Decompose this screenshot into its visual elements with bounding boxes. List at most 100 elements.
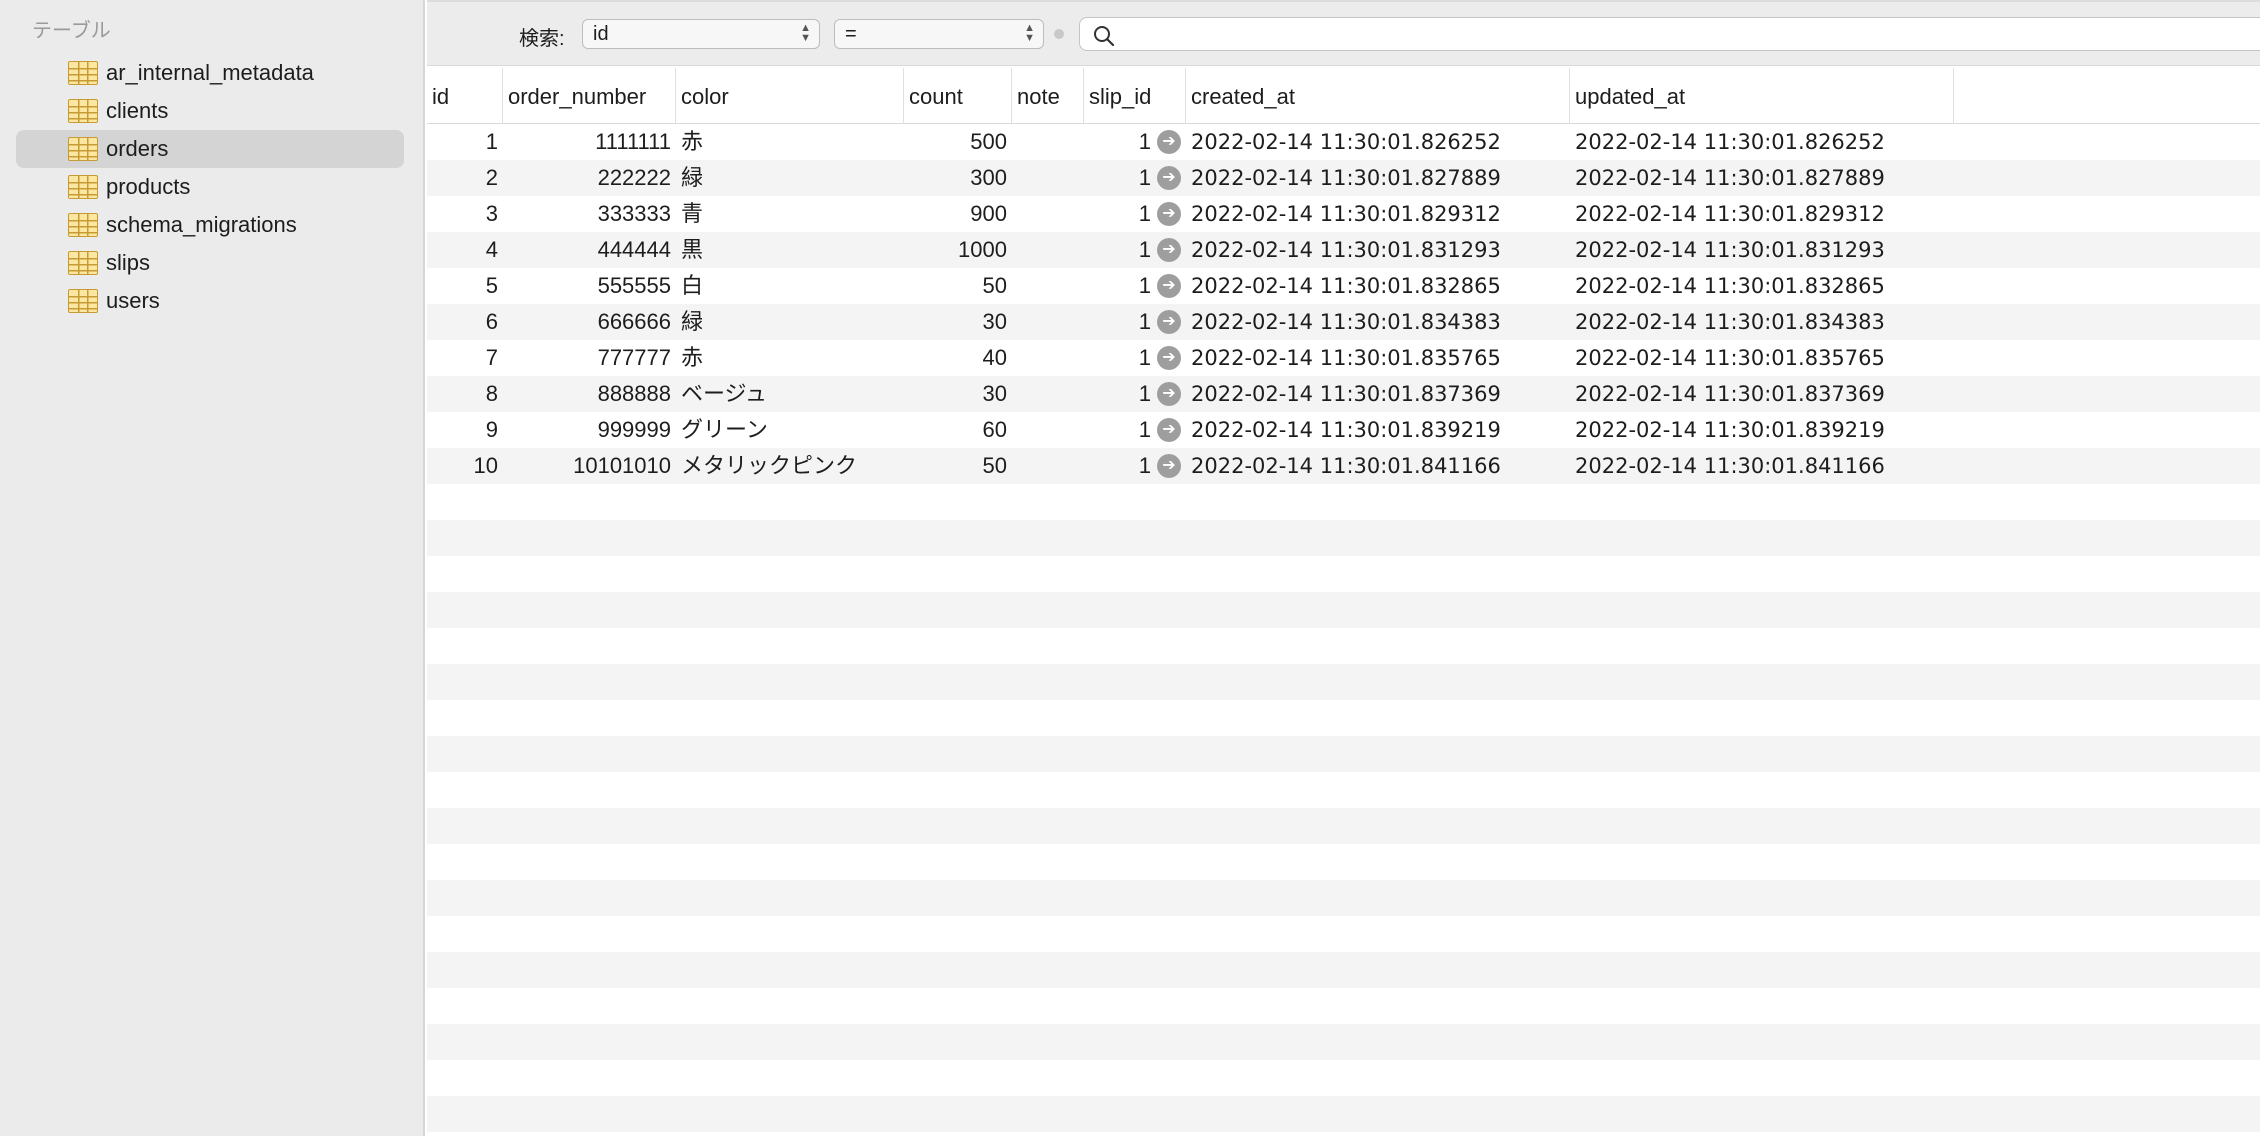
cell-count[interactable]: 30 — [904, 304, 1012, 340]
cell-count[interactable]: 50 — [904, 268, 1012, 304]
arrow-right-circle-icon[interactable]: ➔ — [1157, 382, 1181, 406]
table-row[interactable]: 9 999999 グリーン 60 1 ➔ 2022-02-14 11:30:01.83921… — [427, 412, 2260, 448]
cell-color[interactable]: 黒 — [676, 232, 904, 268]
cell-updated-at[interactable]: 2022-02-14 11:30:01.827889 — [1570, 160, 1954, 196]
cell-color[interactable]: 赤 — [676, 340, 904, 376]
cell-updated-at[interactable]: 2022-02-14 11:30:01.832865 — [1570, 268, 1954, 304]
cell-order-number[interactable]: 1111111 — [503, 124, 676, 160]
cell-updated-at[interactable]: 2022-02-14 11:30:01.835765 — [1570, 340, 1954, 376]
cell-count[interactable]: 1000 — [904, 232, 1012, 268]
cell-slip-id[interactable]: 1 ➔ — [1084, 124, 1186, 160]
cell-updated-at[interactable]: 2022-02-14 11:30:01.831293 — [1570, 232, 1954, 268]
cell-updated-at[interactable]: 2022-02-14 11:30:01.834383 — [1570, 304, 1954, 340]
arrow-right-circle-icon[interactable]: ➔ — [1157, 346, 1181, 370]
cell-id[interactable]: 2 — [427, 160, 503, 196]
cell-note[interactable] — [1012, 448, 1084, 484]
cell-color[interactable]: 緑 — [676, 304, 904, 340]
cell-note[interactable] — [1012, 304, 1084, 340]
cell-order-number[interactable]: 666666 — [503, 304, 676, 340]
cell-created-at[interactable]: 2022-02-14 11:30:01.831293 — [1186, 232, 1570, 268]
cell-created-at[interactable]: 2022-02-14 11:30:01.827889 — [1186, 160, 1570, 196]
search-field-select[interactable]: id ▲ ▼ — [582, 19, 820, 49]
cell-created-at[interactable]: 2022-02-14 11:30:01.832865 — [1186, 268, 1570, 304]
cell-note[interactable] — [1012, 268, 1084, 304]
cell-order-number[interactable]: 222222 — [503, 160, 676, 196]
cell-created-at[interactable]: 2022-02-14 11:30:01.841166 — [1186, 448, 1570, 484]
cell-order-number[interactable]: 333333 — [503, 196, 676, 232]
cell-note[interactable] — [1012, 412, 1084, 448]
cell-created-at[interactable]: 2022-02-14 11:30:01.829312 — [1186, 196, 1570, 232]
cell-count[interactable]: 40 — [904, 340, 1012, 376]
cell-count[interactable]: 500 — [904, 124, 1012, 160]
cell-id[interactable]: 1 — [427, 124, 503, 160]
sidebar-item-schema-migrations[interactable]: schema_migrations — [16, 206, 404, 244]
cell-updated-at[interactable]: 2022-02-14 11:30:01.839219 — [1570, 412, 1954, 448]
cell-color[interactable]: 緑 — [676, 160, 904, 196]
cell-note[interactable] — [1012, 160, 1084, 196]
cell-color[interactable]: 白 — [676, 268, 904, 304]
cell-id[interactable]: 9 — [427, 412, 503, 448]
cell-order-number[interactable]: 888888 — [503, 376, 676, 412]
cell-slip-id[interactable]: 1 ➔ — [1084, 412, 1186, 448]
table-row[interactable]: 7 777777 赤 40 1 ➔ 2022-02-14 11:30:01.835765 20… — [427, 340, 2260, 376]
cell-id[interactable]: 3 — [427, 196, 503, 232]
cell-order-number[interactable]: 777777 — [503, 340, 676, 376]
cell-created-at[interactable]: 2022-02-14 11:30:01.834383 — [1186, 304, 1570, 340]
cell-created-at[interactable]: 2022-02-14 11:30:01.826252 — [1186, 124, 1570, 160]
cell-slip-id[interactable]: 1 ➔ — [1084, 268, 1186, 304]
cell-updated-at[interactable]: 2022-02-14 11:30:01.829312 — [1570, 196, 1954, 232]
table-row[interactable]: 3 333333 青 900 1 ➔ 2022-02-14 11:30:01.829312… — [427, 196, 2260, 232]
cell-id[interactable]: 4 — [427, 232, 503, 268]
cell-count[interactable]: 900 — [904, 196, 1012, 232]
cell-note[interactable] — [1012, 376, 1084, 412]
cell-slip-id[interactable]: 1 ➔ — [1084, 376, 1186, 412]
sidebar-item-clients[interactable]: clients — [16, 92, 404, 130]
arrow-right-circle-icon[interactable]: ➔ — [1157, 454, 1181, 478]
cell-created-at[interactable]: 2022-02-14 11:30:01.835765 — [1186, 340, 1570, 376]
column-header-order-number[interactable]: order_number — [503, 68, 676, 124]
cell-created-at[interactable]: 2022-02-14 11:30:01.837369 — [1186, 376, 1570, 412]
table-row[interactable]: 2 222222 緑 300 1 ➔ 2022-02-14 11:30:01.827889 2… — [427, 160, 2260, 196]
table-row[interactable]: 5 555555 白 50 1 ➔ 2022-02-14 11:30:01.832865 20… — [427, 268, 2260, 304]
cell-count[interactable]: 60 — [904, 412, 1012, 448]
cell-id[interactable]: 5 — [427, 268, 503, 304]
cell-count[interactable]: 50 — [904, 448, 1012, 484]
table-row[interactable]: 1 1111111 赤 500 1 ➔ 2022-02-14 11:30:01.826252… — [427, 124, 2260, 160]
arrow-right-circle-icon[interactable]: ➔ — [1157, 238, 1181, 262]
cell-slip-id[interactable]: 1 ➔ — [1084, 340, 1186, 376]
arrow-right-circle-icon[interactable]: ➔ — [1157, 130, 1181, 154]
cell-order-number[interactable]: 10101010 — [503, 448, 676, 484]
cell-color[interactable]: メタリックピンク — [676, 448, 904, 484]
arrow-right-circle-icon[interactable]: ➔ — [1157, 166, 1181, 190]
cell-note[interactable] — [1012, 340, 1084, 376]
cell-color[interactable]: 赤 — [676, 124, 904, 160]
cell-id[interactable]: 10 — [427, 448, 503, 484]
column-header-note[interactable]: note — [1012, 68, 1084, 124]
cell-slip-id[interactable]: 1 ➔ — [1084, 304, 1186, 340]
search-operator-select[interactable]: = ▲ ▼ — [834, 19, 1044, 49]
cell-order-number[interactable]: 555555 — [503, 268, 676, 304]
cell-slip-id[interactable]: 1 ➔ — [1084, 232, 1186, 268]
cell-updated-at[interactable]: 2022-02-14 11:30:01.841166 — [1570, 448, 1954, 484]
sidebar-item-users[interactable]: users — [16, 282, 404, 320]
arrow-right-circle-icon[interactable]: ➔ — [1157, 418, 1181, 442]
column-header-id[interactable]: id — [427, 68, 503, 124]
cell-slip-id[interactable]: 1 ➔ — [1084, 448, 1186, 484]
arrow-right-circle-icon[interactable]: ➔ — [1157, 202, 1181, 226]
cell-slip-id[interactable]: 1 ➔ — [1084, 196, 1186, 232]
sidebar-item-orders[interactable]: orders — [16, 130, 404, 168]
cell-updated-at[interactable]: 2022-02-14 11:30:01.826252 — [1570, 124, 1954, 160]
column-header-slip-id[interactable]: slip_id — [1084, 68, 1186, 124]
column-header-color[interactable]: color — [676, 68, 904, 124]
arrow-right-circle-icon[interactable]: ➔ — [1157, 274, 1181, 298]
cell-note[interactable] — [1012, 232, 1084, 268]
cell-color[interactable]: ベージュ — [676, 376, 904, 412]
cell-order-number[interactable]: 999999 — [503, 412, 676, 448]
cell-color[interactable]: グリーン — [676, 412, 904, 448]
table-row[interactable]: 10 10101010 メタリックピンク 50 1 ➔ 2022-02-14 11:30:0… — [427, 448, 2260, 484]
column-header-count[interactable]: count — [904, 68, 1012, 124]
cell-updated-at[interactable]: 2022-02-14 11:30:01.837369 — [1570, 376, 1954, 412]
cell-count[interactable]: 30 — [904, 376, 1012, 412]
cell-slip-id[interactable]: 1 ➔ — [1084, 160, 1186, 196]
arrow-right-circle-icon[interactable]: ➔ — [1157, 310, 1181, 334]
